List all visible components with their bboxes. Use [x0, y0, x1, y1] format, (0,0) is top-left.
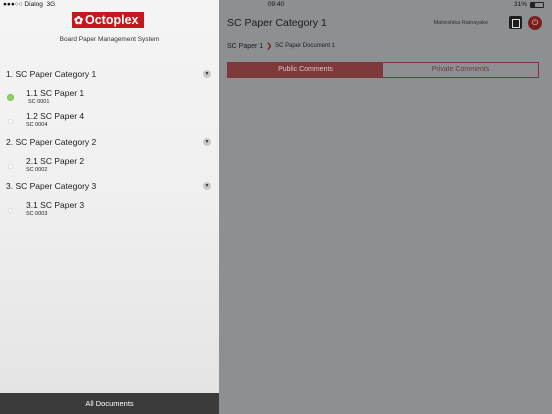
- tab-private-comments[interactable]: Private Comments: [383, 63, 538, 77]
- status-bar: ●●●○○ Dialog 3G 09:40 31%: [0, 0, 552, 11]
- tab-public-comments[interactable]: Public Comments: [228, 63, 383, 77]
- battery-icon: [530, 1, 544, 8]
- battery-status: 31%: [514, 1, 544, 8]
- paper-title: 1.2 SC Paper 4: [26, 111, 85, 121]
- breadcrumb-parent[interactable]: SC Paper 1: [227, 43, 263, 50]
- category-title: 2. SC Paper Category 2: [6, 137, 97, 147]
- octopus-icon: ✿: [74, 15, 84, 27]
- clock: 09:40: [267, 1, 285, 8]
- main-header: SC Paper Category 1 Maheshika Ratnayake …: [219, 11, 552, 37]
- category-title: 3. SC Paper Category 3: [6, 181, 97, 191]
- comments-tabs: Public Comments Private Comments: [227, 62, 539, 78]
- dot-icon: [8, 119, 13, 124]
- dot-icon: [8, 164, 13, 169]
- dot-icon: [8, 208, 13, 213]
- breadcrumb-current: SC Paper Document 1: [275, 43, 336, 49]
- paper-item-3-1[interactable]: 3.1 SC Paper 3 SC 0003: [8, 200, 208, 222]
- paper-code: SC 0002: [26, 167, 48, 173]
- chevron-down-icon[interactable]: ▼: [203, 138, 211, 146]
- breadcrumb: SC Paper 1 ❯ SC Paper Document 1: [227, 42, 336, 51]
- paper-item-1-1[interactable]: 1.1 SC Paper 1 SC 0001: [7, 88, 208, 110]
- battery-percent: 31%: [513, 1, 527, 8]
- paper-title: 1.1 SC Paper 1: [26, 88, 85, 98]
- octoplex-logo: ✿ Octoplex: [72, 12, 144, 28]
- paper-item-2-1[interactable]: 2.1 SC Paper 2 SC 0002: [8, 156, 208, 178]
- paper-title: 3.1 SC Paper 3: [26, 200, 85, 210]
- chevron-down-icon[interactable]: ▼: [203, 182, 211, 190]
- paper-code: SC 0004: [26, 122, 48, 128]
- app-subtitle: Board Paper Management System: [59, 36, 160, 43]
- selected-dot-icon: [7, 94, 14, 101]
- paper-title: 2.1 SC Paper 2: [26, 156, 85, 166]
- chevron-right-icon: ❯: [266, 43, 273, 50]
- user-name: Maheshika Ratnayake: [433, 20, 488, 26]
- main-panel[interactable]: SC Paper Category 1 Maheshika Ratnayake …: [219, 0, 552, 414]
- logout-icon[interactable]: ⏻: [528, 16, 542, 30]
- paper-code: SC 0003: [26, 211, 48, 217]
- category-header-3[interactable]: 3. SC Paper Category 3 ▼: [6, 181, 213, 193]
- paper-code: SC 0001: [28, 99, 50, 105]
- navigation-drawer: ✿ Octoplex Board Paper Management System…: [0, 0, 219, 414]
- paper-item-1-2[interactable]: 1.2 SC Paper 4 SC 0004: [8, 111, 208, 133]
- category-header-1[interactable]: 1. SC Paper Category 1 ▼: [6, 69, 213, 81]
- logo-text: Octoplex: [85, 13, 139, 27]
- chevron-down-icon[interactable]: ▼: [203, 70, 211, 78]
- all-documents-button[interactable]: All Documents: [0, 393, 219, 414]
- category-header-2[interactable]: 2. SC Paper Category 2 ▼: [6, 137, 213, 149]
- category-title: 1. SC Paper Category 1: [6, 69, 97, 79]
- page-title: SC Paper Category 1: [227, 17, 327, 29]
- documents-icon[interactable]: [509, 16, 522, 29]
